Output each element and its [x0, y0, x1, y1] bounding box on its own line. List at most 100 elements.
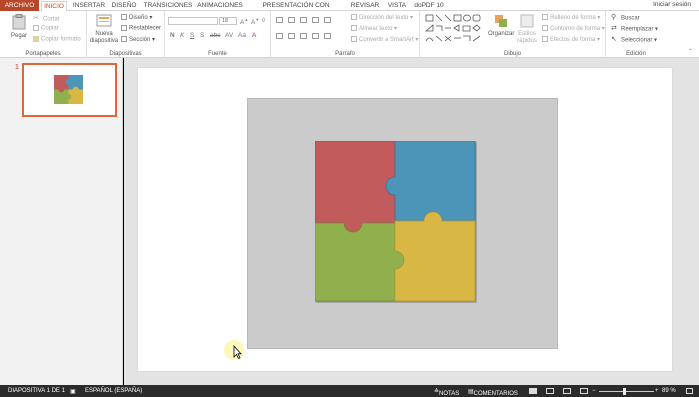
tab-dopdf[interactable]: doPDF 10 — [414, 1, 444, 11]
slide-thumbnail-pane: 1 — [0, 58, 123, 385]
char-spacing-icon[interactable]: AV — [225, 32, 233, 39]
align-right-icon[interactable] — [300, 33, 307, 39]
change-case-icon[interactable]: Aa — [238, 32, 246, 39]
clear-format-icon[interactable]: ◊ — [262, 17, 265, 24]
numbering-icon[interactable] — [288, 17, 295, 23]
shapes-gallery-icon[interactable] — [425, 14, 483, 44]
tab-presentacion[interactable]: PRESENTACIÓN CON DIAPOSITIVAS — [247, 1, 345, 18]
smartart-icon — [351, 36, 357, 43]
sign-in-link[interactable]: Iniciar sesión — [653, 1, 691, 8]
slideshow-view-icon[interactable] — [580, 388, 588, 394]
italic-icon[interactable]: K — [180, 32, 184, 39]
layout-label: Diseño — [129, 15, 148, 21]
clipboard-group-label: Portapapeles — [25, 51, 61, 57]
slide-number: 1 — [15, 64, 19, 71]
decrease-indent-icon[interactable] — [300, 17, 307, 23]
notes-button[interactable]: ≙ NOTAS — [434, 388, 459, 397]
zoom-level[interactable]: 89 % — [662, 388, 676, 394]
new-slide-label-2: diapositiva — [89, 38, 119, 44]
editing-group: ⚲ Buscar ⇄ Reemplazar ▾ ↖ Seleccionar ▾ Edi… — [606, 11, 666, 58]
reset-button[interactable]: Restablecer — [121, 25, 161, 32]
slides-group: Nueva diapositiva Diseño ▾ Restablecer S… — [87, 11, 165, 58]
replace-icon: ⇄ — [611, 25, 617, 32]
layout-button[interactable]: Diseño ▾ — [121, 14, 152, 21]
tab-revisar[interactable]: REVISAR — [349, 1, 381, 11]
shadow-icon[interactable]: S — [200, 32, 204, 39]
align-left-icon[interactable] — [276, 33, 283, 39]
drawing-group: Organizar Estilos rápidos Relleno de for… — [420, 11, 606, 58]
section-icon — [121, 36, 127, 43]
find-button[interactable]: ⚲ Buscar — [611, 14, 640, 22]
slide-thumbnail-1[interactable] — [22, 63, 117, 117]
scissors-icon: ✂ — [33, 15, 39, 22]
bold-icon[interactable]: N — [170, 32, 175, 39]
cursor-icon: ↖ — [611, 36, 617, 43]
zoom-slider-track[interactable] — [599, 391, 654, 392]
thumbnail-puzzle-image — [54, 75, 83, 104]
copy-label: Copiar — [41, 25, 59, 32]
arrange-icon — [495, 15, 507, 27]
ribbon: Pegar ✂ Cortar Copiar Copiar formato Port… — [0, 11, 699, 58]
shape-fill-button[interactable]: Relleno de forma ▾ — [542, 14, 600, 21]
tab-insertar[interactable]: INSERTAR — [72, 1, 106, 11]
align-center-icon[interactable] — [288, 33, 295, 39]
tab-vista[interactable]: VISTA — [385, 1, 409, 11]
binoculars-icon: ⚲ — [611, 14, 617, 21]
ribbon-tab-bar: ARCHIVO INICIO INSERTAR DISEÑO TRANSICIO… — [0, 0, 699, 18]
drawing-group-label: Dibujo — [503, 51, 521, 57]
replace-label: Reemplazar — [621, 26, 654, 33]
shape-outline-button[interactable]: Contorno de forma ▾ — [542, 25, 605, 32]
paragraph-group-label: Párrafo — [335, 51, 355, 57]
puzzle-picture[interactable] — [247, 98, 558, 349]
paste-button[interactable]: Pegar — [8, 14, 30, 40]
text-direction-button[interactable]: Dirección del texto ▾ — [351, 14, 413, 21]
paint-bucket-icon — [542, 14, 548, 21]
font-name-combo[interactable] — [168, 17, 218, 25]
zoom-in-button[interactable]: + — [655, 388, 659, 394]
paragraph-group: Dirección del texto ▾ Alinear texto ▾ Co… — [271, 11, 420, 58]
underline-icon[interactable]: S — [190, 32, 194, 39]
fit-to-window-icon[interactable] — [686, 388, 693, 394]
shape-outline-label: Contorno de forma — [550, 26, 601, 32]
language-status[interactable]: ESPAÑOL (ESPAÑA) — [85, 388, 142, 394]
slide-sorter-icon[interactable] — [546, 388, 554, 394]
select-button[interactable]: ↖ Seleccionar ▾ — [611, 36, 657, 44]
tab-archivo[interactable]: ARCHIVO — [0, 0, 39, 11]
increase-indent-icon[interactable] — [312, 17, 319, 23]
paste-label: Pegar — [10, 33, 27, 39]
bullets-icon[interactable] — [276, 17, 283, 23]
zoom-slider-thumb[interactable] — [623, 388, 626, 395]
grow-font-icon[interactable]: A▲ — [240, 17, 248, 26]
collapse-ribbon-icon[interactable]: ⌃ — [688, 48, 693, 55]
line-spacing-icon[interactable] — [324, 17, 331, 23]
spellcheck-icon[interactable]: ▣ — [70, 388, 76, 395]
arrange-button[interactable]: Organizar — [488, 14, 514, 38]
align-text-button[interactable]: Alinear texto ▾ — [351, 25, 397, 32]
normal-view-icon[interactable] — [529, 388, 537, 394]
section-button[interactable]: Sección ▾ — [121, 36, 155, 43]
copy-button[interactable]: Copiar — [33, 25, 59, 32]
smartart-button[interactable]: Convertir a SmartArt ▾ — [351, 36, 418, 43]
columns-icon[interactable] — [324, 33, 331, 39]
cut-button[interactable]: ✂ Cortar — [33, 15, 60, 23]
replace-button[interactable]: ⇄ Reemplazar ▾ — [611, 25, 658, 33]
slide-editing-area — [124, 58, 699, 385]
strikethrough-icon[interactable]: abc — [210, 32, 220, 39]
format-painter-button[interactable]: Copiar formato — [33, 36, 81, 43]
quick-styles-button[interactable]: Estilos rápidos — [516, 14, 538, 45]
tab-animaciones[interactable]: ANIMACIONES — [196, 1, 244, 11]
shape-effects-button[interactable]: Efectos de forma ▾ — [542, 36, 600, 43]
comments-button[interactable]: ▤ COMENTARIOS — [468, 388, 518, 397]
shrink-font-icon[interactable]: A▼ — [251, 17, 259, 26]
quick-styles-label: Estilos — [518, 31, 536, 37]
new-slide-button[interactable]: Nueva diapositiva — [89, 14, 119, 45]
slide-canvas[interactable] — [138, 68, 672, 371]
zoom-out-button[interactable]: − — [592, 388, 596, 394]
font-size-combo[interactable]: 18 — [219, 17, 237, 25]
justify-icon[interactable] — [312, 33, 319, 39]
font-color-icon[interactable]: A — [252, 32, 256, 39]
tab-diseno[interactable]: DISEÑO — [110, 1, 138, 11]
align-text-label: Alinear texto — [359, 26, 393, 32]
tab-transiciones[interactable]: TRANSICIONES — [142, 1, 194, 11]
reading-view-icon[interactable] — [563, 388, 571, 394]
